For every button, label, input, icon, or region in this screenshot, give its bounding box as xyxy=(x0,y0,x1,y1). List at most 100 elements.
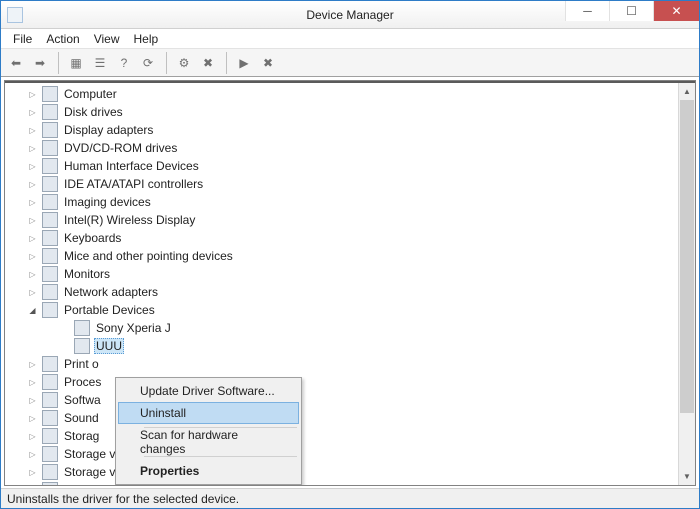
enable-icon[interactable]: ▶ xyxy=(233,52,255,74)
tree-item[interactable]: Monitors xyxy=(9,265,695,283)
expand-icon[interactable] xyxy=(27,125,38,136)
tree-item-label: Proces xyxy=(62,374,103,390)
scroll-down-icon[interactable]: ▼ xyxy=(679,468,695,485)
expand-icon[interactable] xyxy=(27,197,38,208)
status-bar: Uninstalls the driver for the selected d… xyxy=(1,488,699,508)
expand-icon[interactable] xyxy=(27,89,38,100)
expand-icon[interactable] xyxy=(27,233,38,244)
scrollbar[interactable]: ▲ ▼ xyxy=(678,83,695,485)
tree-item[interactable]: Intel(R) Wireless Display xyxy=(9,211,695,229)
tree-item[interactable]: Storag xyxy=(9,427,695,445)
close-button[interactable]: ✕ xyxy=(653,1,699,21)
expand-icon[interactable] xyxy=(27,377,38,388)
tree-item[interactable]: DVD/CD-ROM drives xyxy=(9,139,695,157)
tree-item-label: Imaging devices xyxy=(62,194,153,210)
device-icon xyxy=(42,410,58,426)
expand-icon[interactable] xyxy=(27,107,38,118)
device-icon xyxy=(42,194,58,210)
tree-item-label: IDE ATA/ATAPI controllers xyxy=(62,176,205,192)
device-icon xyxy=(42,356,58,372)
expand-icon[interactable] xyxy=(27,485,38,487)
scroll-track[interactable] xyxy=(679,100,695,468)
tree-item[interactable]: Network adapters xyxy=(9,283,695,301)
tree-item[interactable]: Sound xyxy=(9,409,695,427)
device-icon xyxy=(74,320,90,336)
expand-icon[interactable] xyxy=(27,467,38,478)
tree-view: ComputerDisk drivesDisplay adaptersDVD/C… xyxy=(4,80,696,486)
scan-icon[interactable]: ⟳ xyxy=(137,52,159,74)
device-icon xyxy=(42,248,58,264)
ctx-update-driver[interactable]: Update Driver Software... xyxy=(118,380,299,402)
forward-icon[interactable]: ➡ xyxy=(29,52,51,74)
tree-item[interactable]: Print o xyxy=(9,355,695,373)
tree-item[interactable]: UUU xyxy=(9,337,695,355)
expand-icon[interactable] xyxy=(27,269,38,280)
device-icon xyxy=(74,338,90,354)
expand-icon[interactable] xyxy=(27,359,38,370)
scroll-thumb[interactable] xyxy=(680,100,694,413)
expand-icon[interactable] xyxy=(27,179,38,190)
window-buttons: ─ ☐ ✕ xyxy=(565,1,699,21)
tree-item-label: Monitors xyxy=(62,266,112,282)
separator xyxy=(161,52,167,74)
device-icon xyxy=(42,140,58,156)
expand-icon[interactable] xyxy=(27,395,38,406)
scroll-up-icon[interactable]: ▲ xyxy=(679,83,695,100)
maximize-button[interactable]: ☐ xyxy=(609,1,653,21)
tree-item[interactable]: Keyboards xyxy=(9,229,695,247)
device-icon xyxy=(42,266,58,282)
tree-item[interactable]: Human Interface Devices xyxy=(9,157,695,175)
expand-icon[interactable] xyxy=(27,431,38,442)
tree-item[interactable]: IDE ATA/ATAPI controllers xyxy=(9,175,695,193)
tree-item[interactable]: Mice and other pointing devices xyxy=(9,247,695,265)
device-icon xyxy=(42,446,58,462)
collapse-icon[interactable] xyxy=(27,305,38,316)
expand-icon[interactable] xyxy=(27,287,38,298)
tree-item[interactable]: Disk drives xyxy=(9,103,695,121)
separator xyxy=(144,456,297,457)
tree-item[interactable]: Computer xyxy=(9,85,695,103)
menu-file[interactable]: File xyxy=(7,30,38,48)
expand-icon[interactable] xyxy=(27,161,38,172)
expand-icon[interactable] xyxy=(27,449,38,460)
disable-icon[interactable]: ✖ xyxy=(257,52,279,74)
separator xyxy=(53,52,59,74)
uninstall-icon[interactable]: ✖ xyxy=(197,52,219,74)
tree-item[interactable]: Storage volumes xyxy=(9,463,695,481)
tree-item[interactable]: Portable Devices xyxy=(9,301,695,319)
ctx-properties[interactable]: Properties xyxy=(118,460,299,482)
status-text: Uninstalls the driver for the selected d… xyxy=(7,492,239,506)
device-icon xyxy=(42,374,58,390)
tree-item-label: Network adapters xyxy=(62,284,160,300)
tree-item-label: Keyboards xyxy=(62,230,123,246)
menu-view[interactable]: View xyxy=(88,30,126,48)
tree-item[interactable]: Softwa xyxy=(9,391,695,409)
tree-item[interactable]: Proces xyxy=(9,373,695,391)
expand-icon[interactable] xyxy=(27,413,38,424)
back-icon[interactable]: ⬅ xyxy=(5,52,27,74)
expand-icon[interactable] xyxy=(27,251,38,262)
device-icon xyxy=(42,302,58,318)
tree-item-label: Intel(R) Wireless Display xyxy=(62,212,197,228)
minimize-button[interactable]: ─ xyxy=(565,1,609,21)
ctx-uninstall[interactable]: Uninstall xyxy=(118,402,299,424)
update-driver-icon[interactable]: ⚙ xyxy=(173,52,195,74)
help-icon[interactable]: ? xyxy=(113,52,135,74)
tree-item[interactable]: Imaging devices xyxy=(9,193,695,211)
tree-item[interactable]: Sony Xperia J xyxy=(9,319,695,337)
tree-item[interactable]: Storage volume shadow copies xyxy=(9,445,695,463)
tree-item[interactable]: System devices xyxy=(9,481,695,486)
expand-icon[interactable] xyxy=(27,143,38,154)
device-icon xyxy=(42,482,58,486)
device-icon xyxy=(42,86,58,102)
expand-icon[interactable] xyxy=(27,215,38,226)
show-hidden-icon[interactable]: ▦ xyxy=(65,52,87,74)
menu-help[interactable]: Help xyxy=(128,30,165,48)
ctx-scan[interactable]: Scan for hardware changes xyxy=(118,431,299,453)
properties-icon[interactable]: ☰ xyxy=(89,52,111,74)
tree-item-label: Computer xyxy=(62,86,119,102)
toolbar: ⬅ ➡ ▦ ☰ ? ⟳ ⚙ ✖ ▶ ✖ xyxy=(1,49,699,77)
device-icon xyxy=(42,230,58,246)
menu-action[interactable]: Action xyxy=(40,30,85,48)
tree-item[interactable]: Display adapters xyxy=(9,121,695,139)
